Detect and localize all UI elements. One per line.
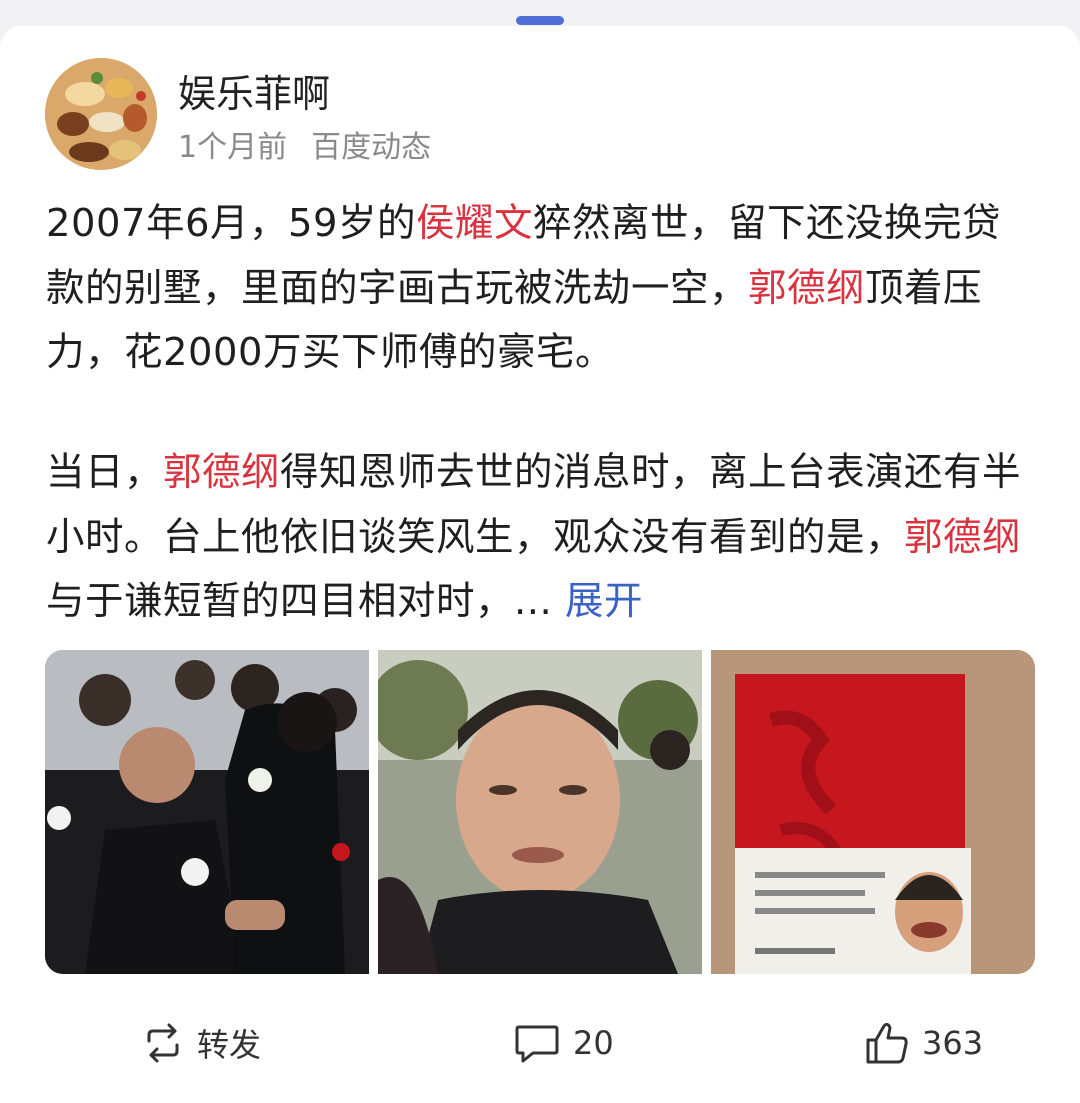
post-time: 1个月前 [178, 130, 288, 165]
person-link-hou-yaowen[interactable]: 侯耀文 [416, 201, 533, 246]
red-book-photo [711, 650, 1035, 974]
post-image-2[interactable] [378, 650, 702, 974]
person-link-guo-degang[interactable]: 郭德纲 [904, 515, 1021, 560]
text-segment: 当日， [46, 450, 164, 495]
author-avatar[interactable] [45, 58, 157, 170]
comment-icon [515, 1025, 559, 1063]
drag-handle[interactable] [516, 16, 564, 25]
repost-label: 转发 [197, 1026, 262, 1064]
post-paragraph-1: 2007年6月，59岁的侯耀文猝然离世，留下还没换完贷款的别墅，里面的字画古玩被… [46, 192, 1036, 386]
comment-count: 20 [573, 1024, 614, 1062]
post-source: 百度动态 [311, 130, 432, 165]
author-name[interactable]: 娱乐菲啊 [178, 70, 330, 118]
post-meta: 1个月前 百度动态 [178, 128, 431, 168]
like-count: 363 [922, 1024, 984, 1062]
post-paragraph-2: 当日，郭德纲得知恩师去世的消息时，离上台表演还有半小时。台上他依旧谈笑风生，观众… [46, 441, 1036, 635]
text-segment: 与于谦短暂的四目相对时，... [46, 579, 565, 624]
crying-man-photo [378, 650, 702, 974]
person-link-guo-degang[interactable]: 郭德纲 [748, 266, 865, 311]
like-button[interactable]: 363 [864, 1015, 983, 1071]
expand-link[interactable]: 展开 [565, 579, 643, 624]
thumbs-up-icon [866, 1022, 908, 1064]
funeral-crowd-photo [45, 650, 369, 974]
repost-icon [147, 1023, 179, 1063]
post-image-3[interactable] [711, 650, 1035, 974]
person-link-guo-degang[interactable]: 郭德纲 [163, 450, 280, 495]
post-image-1[interactable] [45, 650, 369, 974]
repost-button[interactable]: 转发 [141, 1015, 261, 1071]
comment-button[interactable]: 20 [513, 1015, 614, 1071]
text-segment: 2007年6月，59岁的 [46, 201, 416, 246]
